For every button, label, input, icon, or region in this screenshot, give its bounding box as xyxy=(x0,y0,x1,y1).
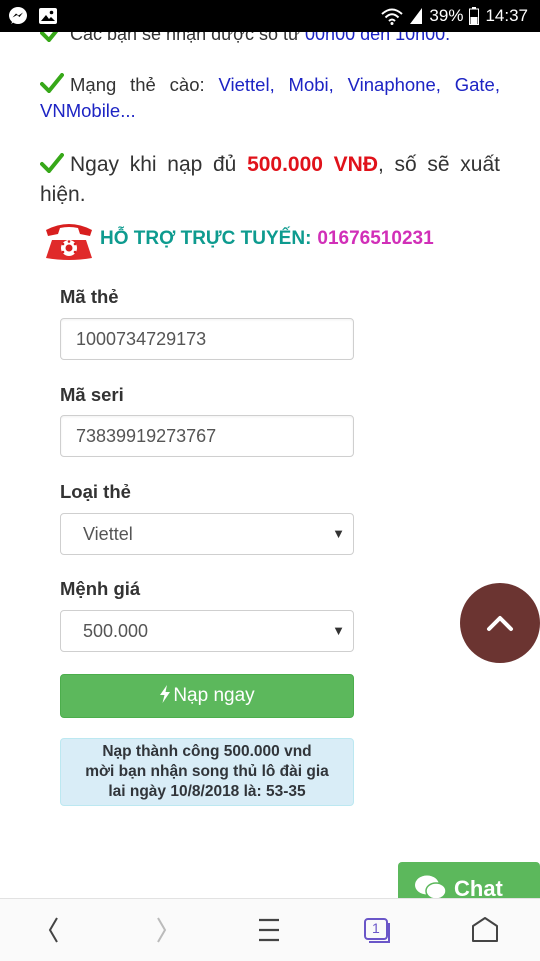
chat-button[interactable]: Chat xyxy=(398,862,540,898)
card-type-select[interactable]: Viettel ▼ xyxy=(60,513,354,555)
battery-percent: 39% xyxy=(429,6,464,25)
card-type-value: Viettel xyxy=(83,524,133,544)
support-phone-link[interactable]: 01676510231 xyxy=(317,228,433,250)
card-type-label: Loại thẻ xyxy=(60,481,131,502)
intro-time-range: 00h00 đến 10h00. xyxy=(305,32,451,44)
forward-icon[interactable] xyxy=(144,913,178,947)
messenger-icon xyxy=(9,7,27,24)
signal-icon xyxy=(410,8,423,24)
dropdown-caret-icon: ▼ xyxy=(332,623,345,638)
menu-icon[interactable] xyxy=(252,913,286,947)
check-icon xyxy=(40,32,59,42)
submit-button[interactable]: Nạp ngay xyxy=(60,674,354,718)
check-icon xyxy=(40,73,64,93)
browser-bottom-nav: 1 xyxy=(0,898,540,961)
intro-line: Các bạn sẽ nhận được số từ 00h00 đến 10h… xyxy=(40,32,450,45)
chat-bubble-icon xyxy=(415,875,447,898)
back-icon[interactable] xyxy=(38,913,72,947)
alert-line-1: Nạp thành công 500.000 vnd xyxy=(102,743,312,760)
card-code-input[interactable]: 1000734729173 xyxy=(60,318,354,360)
intro-text: Các bạn sẽ nhận được số từ xyxy=(70,32,306,44)
gallery-icon xyxy=(39,8,57,24)
denomination-value: 500.000 xyxy=(83,621,149,641)
support-label: HỖ TRỢ TRỰC TUYẾN: xyxy=(100,228,312,249)
check-icon xyxy=(40,153,64,173)
page-content: Các bạn sẽ nhận được số từ 00h00 đến 10h… xyxy=(0,32,540,898)
denomination-select[interactable]: 500.000 ▼ xyxy=(60,610,354,652)
deposit-prefix: Ngay khi nạp đủ xyxy=(70,153,248,176)
denomination-label: Mệnh giá xyxy=(60,578,141,599)
support-hotline: HỖ TRỢ TRỰC TUYẾN: 01676510231 xyxy=(40,216,434,262)
deposit-amount: 500.000 VNĐ xyxy=(247,153,379,176)
tabs-button[interactable]: 1 xyxy=(360,913,394,947)
chat-label: Chat xyxy=(454,876,503,898)
serial-label: Mã seri xyxy=(60,384,124,405)
home-icon[interactable] xyxy=(468,913,502,947)
submit-label: Nạp ngay xyxy=(173,685,255,706)
serial-input[interactable]: 73839919273767 xyxy=(60,415,354,457)
wifi-icon xyxy=(381,8,404,25)
battery-icon xyxy=(469,7,480,25)
system-status: 39% 14:37 xyxy=(381,6,528,26)
status-bar: 39% 14:37 xyxy=(0,0,540,32)
alert-line-2: mời bạn nhận song thủ lô đài gia xyxy=(85,763,329,780)
scroll-to-top-button[interactable] xyxy=(460,583,540,663)
chevron-up-icon xyxy=(487,616,513,631)
networks-prefix: Mạng thẻ cào: xyxy=(70,74,219,95)
success-alert: Nạp thành công 500.000 vnd mời bạn nhận … xyxy=(60,738,354,806)
alert-line-3: lai ngày 10/8/2018 là: 53-35 xyxy=(108,783,306,800)
clock: 14:37 xyxy=(485,6,528,25)
notification-icons xyxy=(8,6,58,26)
tab-count: 1 xyxy=(372,920,380,936)
dropdown-caret-icon: ▼ xyxy=(332,526,345,541)
card-code-label: Mã thẻ xyxy=(60,286,119,307)
networks-paragraph: Mạng thẻ cào: Viettel, Mobi, Vinaphone, … xyxy=(40,72,500,124)
telephone-icon xyxy=(46,224,92,260)
lightning-icon xyxy=(160,685,171,703)
deposit-paragraph: Ngay khi nạp đủ 500.000 VNĐ, số sẽ xuất … xyxy=(40,150,500,210)
